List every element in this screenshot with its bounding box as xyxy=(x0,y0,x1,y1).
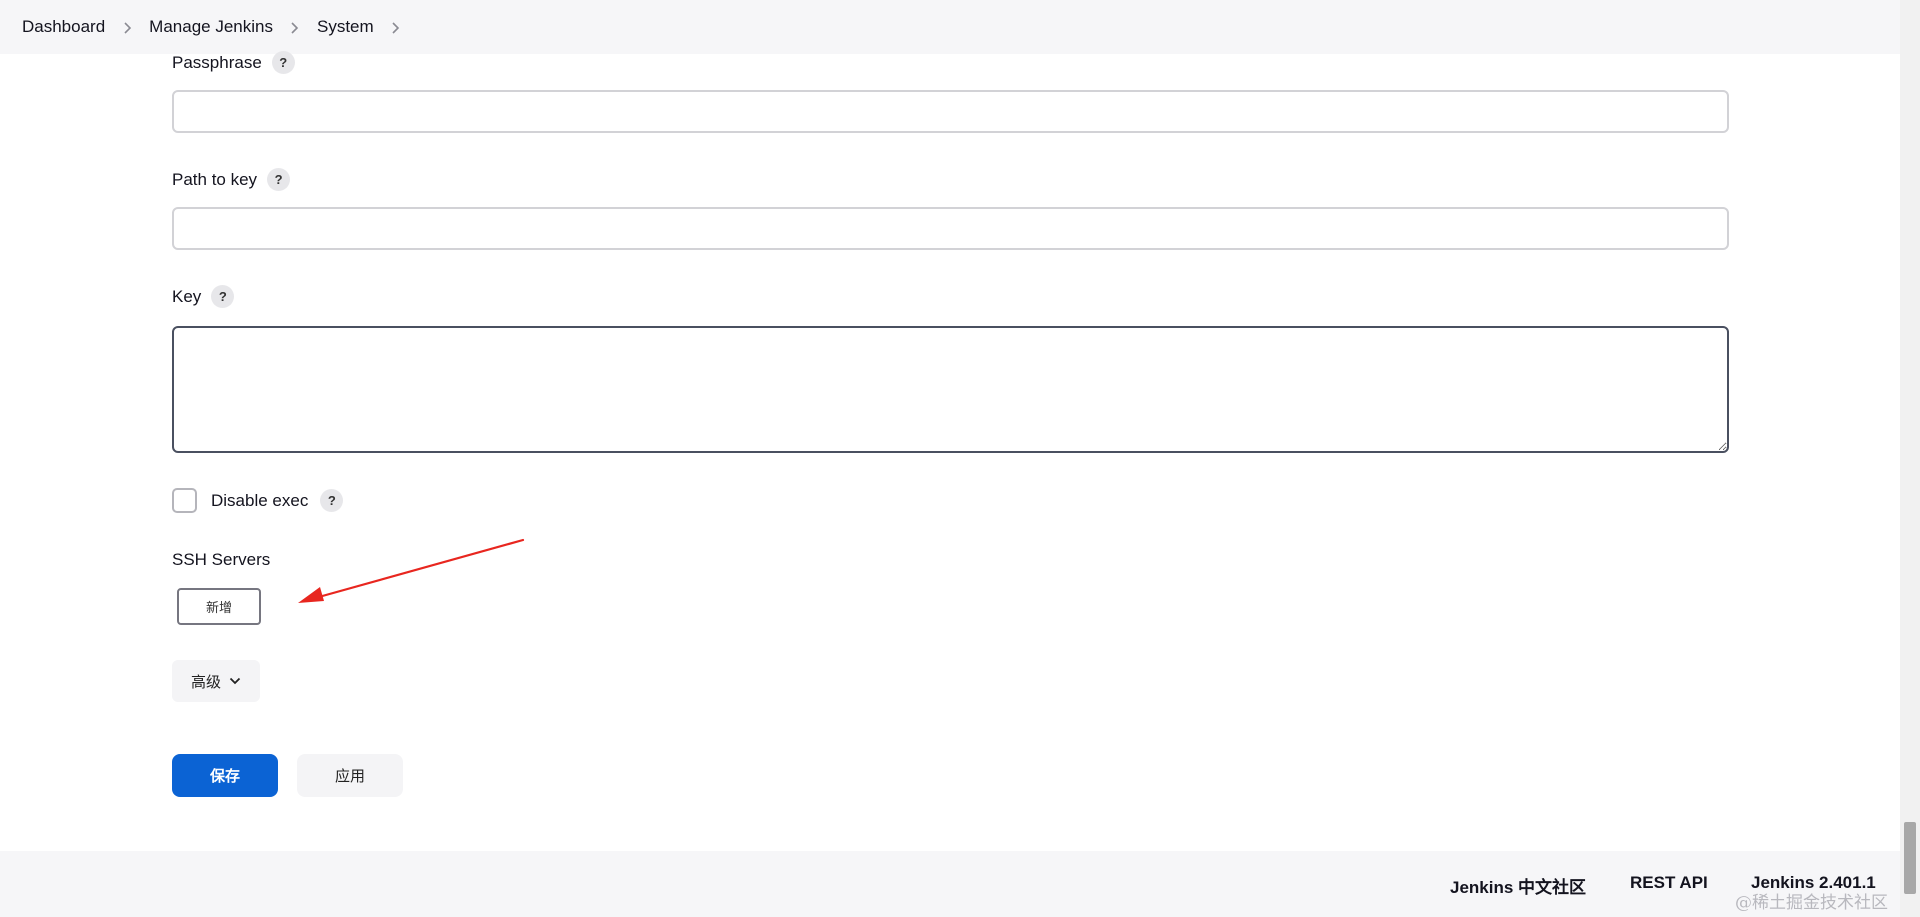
annotation-arrow xyxy=(298,538,525,603)
footer-rest-api-link[interactable]: REST API xyxy=(1630,873,1708,893)
vertical-scrollbar[interactable] xyxy=(1900,0,1920,917)
disable-exec-label[interactable]: Disable exec xyxy=(211,491,308,511)
path-to-key-input[interactable] xyxy=(172,207,1729,250)
footer: Jenkins 中文社区 REST API Jenkins 2.401.1 @稀… xyxy=(0,851,1900,917)
key-label-text: Key xyxy=(172,286,202,306)
breadcrumb-manage-jenkins[interactable]: Manage Jenkins xyxy=(149,17,273,37)
advanced-button[interactable]: 高级 xyxy=(172,660,260,702)
help-icon[interactable]: ? xyxy=(211,285,235,308)
footer-community-link[interactable]: Jenkins 中文社区 xyxy=(1450,873,1586,898)
advanced-label: 高级 xyxy=(190,672,221,691)
chevron-down-icon xyxy=(229,677,241,685)
passphrase-input[interactable] xyxy=(172,90,1729,133)
save-button[interactable]: 保存 xyxy=(172,754,278,797)
help-icon[interactable]: ? xyxy=(320,489,344,512)
chevron-right-icon xyxy=(105,17,149,37)
path-to-key-label: Path to key ? xyxy=(172,168,291,191)
breadcrumb-system[interactable]: System xyxy=(317,17,374,37)
key-textarea[interactable] xyxy=(172,326,1729,453)
breadcrumb-dashboard[interactable]: Dashboard xyxy=(22,17,105,37)
chevron-right-icon xyxy=(273,17,317,37)
passphrase-label: Passphrase ? xyxy=(172,51,295,74)
apply-button[interactable]: 应用 xyxy=(297,754,403,797)
scrollbar-thumb[interactable] xyxy=(1904,822,1916,894)
path-to-key-label-text: Path to key xyxy=(172,169,258,189)
help-icon[interactable]: ? xyxy=(271,51,295,74)
breadcrumb: Dashboard Manage Jenkins System xyxy=(0,0,1900,54)
disable-exec-checkbox[interactable] xyxy=(172,488,197,513)
key-label: Key ? xyxy=(172,285,235,308)
ssh-servers-label: SSH Servers xyxy=(172,550,271,569)
disable-exec-row: Disable exec ? xyxy=(172,488,344,513)
chevron-right-icon[interactable] xyxy=(374,17,418,37)
add-ssh-server-button[interactable]: 新增 xyxy=(177,588,261,625)
watermark: @稀土掘金技术社区 xyxy=(1735,893,1888,913)
passphrase-label-text: Passphrase xyxy=(172,52,262,72)
help-icon[interactable]: ? xyxy=(267,168,291,191)
